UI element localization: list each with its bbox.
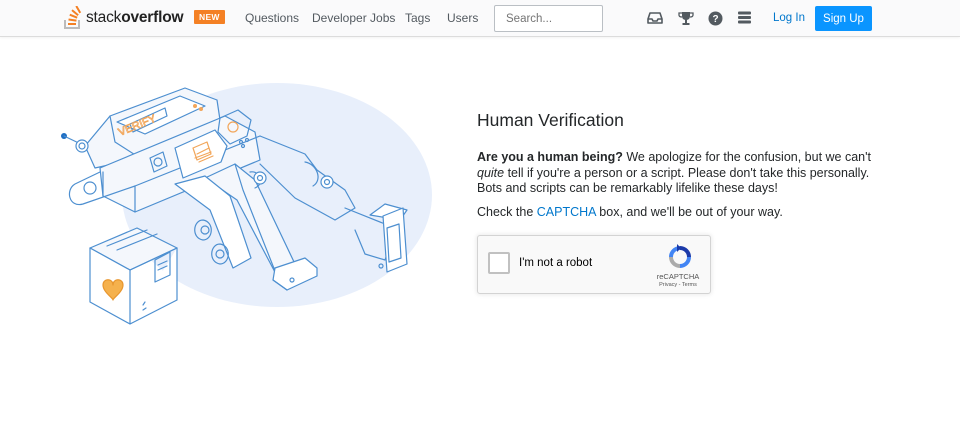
verification-question: Are you a human being? <box>477 150 623 164</box>
page-title: Human Verification <box>477 110 624 130</box>
verification-message: Are you a human being? We apologize for … <box>477 150 871 195</box>
achievements-icon[interactable] <box>678 10 694 26</box>
help-icon[interactable]: ? <box>707 10 723 26</box>
site-switcher-icon[interactable] <box>736 10 752 26</box>
new-badge[interactable]: NEW <box>194 10 225 24</box>
search-input[interactable] <box>494 5 603 32</box>
recaptcha-links: Privacy - Terms <box>659 282 697 288</box>
signup-button[interactable]: Sign Up <box>815 6 872 31</box>
nav-developer-jobs[interactable]: Developer Jobs <box>312 11 395 25</box>
robot-illustration: VERIFY <box>55 80 445 325</box>
recaptcha-checkbox[interactable] <box>488 252 510 274</box>
svg-text:?: ? <box>712 14 718 25</box>
captcha-instruction: Check the CAPTCHA box, and we'll be out … <box>477 205 783 219</box>
recaptcha-brand: reCAPTCHA <box>656 272 700 281</box>
inbox-icon[interactable] <box>647 10 663 26</box>
captcha-link[interactable]: CAPTCHA <box>537 205 596 219</box>
login-link[interactable]: Log In <box>773 12 805 24</box>
logo-text: stackoverflow <box>86 9 184 26</box>
stackoverflow-logo[interactable]: stackoverflow <box>63 6 184 30</box>
top-bar: stackoverflow NEW Questions Developer Jo… <box>0 0 960 37</box>
recaptcha-terms-link[interactable]: Terms <box>682 282 697 288</box>
recaptcha-logo-icon <box>669 244 691 268</box>
stackoverflow-logo-icon <box>64 6 82 29</box>
nav-questions[interactable]: Questions <box>245 11 299 25</box>
recaptcha-privacy-link[interactable]: Privacy <box>659 282 677 288</box>
recaptcha-label: I'm not a robot <box>519 257 593 269</box>
nav-tags[interactable]: Tags <box>405 11 430 25</box>
recaptcha-widget: I'm not a robot reCAPTCHA Privacy - Term… <box>477 235 711 294</box>
nav-users[interactable]: Users <box>447 11 478 25</box>
